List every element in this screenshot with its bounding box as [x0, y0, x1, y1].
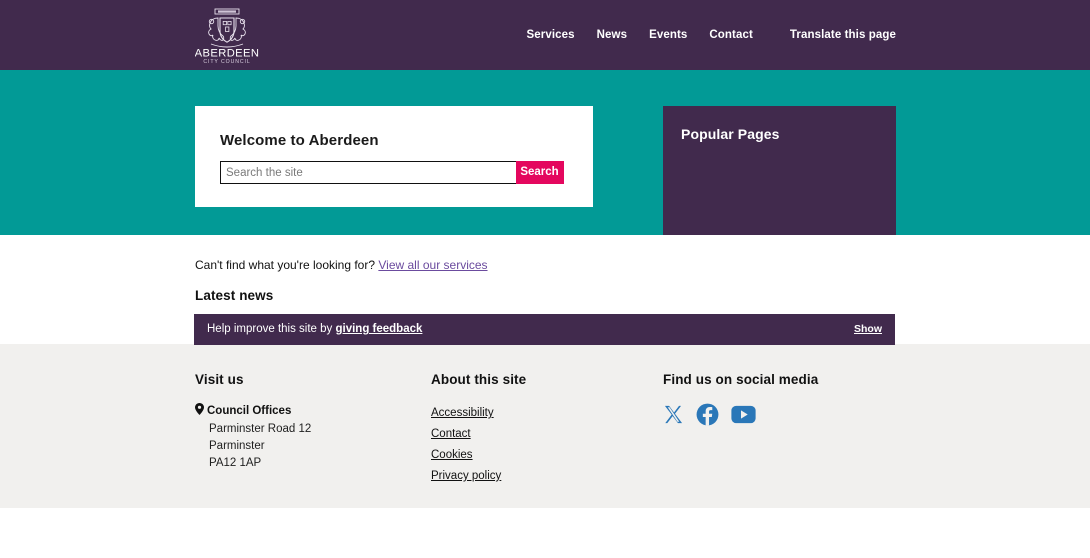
social-media-heading: Find us on social media — [663, 372, 819, 387]
feedback-show-button[interactable]: Show — [854, 323, 882, 335]
nav-item-translate-this-page[interactable]: Translate this page — [764, 29, 896, 41]
council-address: Council Offices Parminster Road 12 Parmi… — [195, 403, 425, 472]
footer-link-privacy-policy[interactable]: Privacy policy — [431, 470, 501, 482]
popular-pages-heading: Popular Pages — [681, 126, 780, 142]
facebook-icon[interactable] — [696, 403, 719, 426]
about-links-list: Accessibility Contact Cookies Privacy po… — [431, 403, 656, 485]
footer-link-accessibility[interactable]: Accessibility — [431, 407, 494, 419]
logo-title: ABERDEEN — [195, 48, 259, 60]
location-pin-icon — [195, 403, 204, 421]
address-org-name: Council Offices — [207, 405, 292, 417]
header-inner: ABERDEEN CITY COUNCIL Services News Even… — [194, 0, 896, 70]
list-item: Cookies — [431, 445, 656, 464]
footer-column-visit-us: Visit us Council Offices Parminster Road… — [195, 372, 425, 472]
site-header: ABERDEEN CITY COUNCIL Services News Even… — [0, 0, 1090, 70]
view-all-services-link[interactable]: View all our services — [378, 258, 487, 272]
footer-inner: Visit us Council Offices Parminster Road… — [194, 344, 896, 508]
hero-banner: Welcome to Aberdeen Search Popular Pages — [0, 70, 1090, 235]
primary-nav: Services News Events Contact Translate t… — [516, 29, 896, 41]
feedback-banner: Help improve this site by giving feedbac… — [194, 314, 895, 345]
x-twitter-icon[interactable] — [663, 404, 684, 425]
address-line-2: Parminster — [209, 440, 265, 452]
address-line-1: Parminster Road 12 — [209, 423, 312, 435]
footer-link-contact[interactable]: Contact — [431, 428, 471, 440]
address-org-line: Council Offices — [195, 403, 425, 421]
council-homepage: ABERDEEN CITY COUNCIL Services News Even… — [0, 0, 1090, 558]
nav-item-services[interactable]: Services — [516, 29, 586, 41]
visit-us-heading: Visit us — [195, 372, 244, 387]
hero-inner: Welcome to Aberdeen Search Popular Pages — [194, 70, 896, 235]
latest-news-heading: Latest news — [195, 288, 274, 303]
about-this-site-heading: About this site — [431, 372, 527, 387]
giving-feedback-link[interactable]: giving feedback — [335, 323, 422, 335]
feedback-message: Help improve this site by giving feedbac… — [207, 323, 422, 335]
social-icon-list — [663, 403, 896, 426]
cant-find-row: Can't find what you're looking for? View… — [195, 258, 488, 272]
search-row: Search — [220, 161, 564, 184]
aberdeen-city-council-crest-logo[interactable]: ABERDEEN CITY COUNCIL — [195, 6, 259, 65]
cant-find-text: Can't find what you're looking for? — [195, 258, 376, 272]
search-input[interactable] — [220, 161, 516, 184]
youtube-icon[interactable] — [731, 405, 756, 424]
list-item: Accessibility — [431, 403, 656, 422]
search-button[interactable]: Search — [516, 161, 564, 184]
list-item: Privacy policy — [431, 466, 656, 485]
nav-item-news[interactable]: News — [586, 29, 638, 41]
welcome-heading: Welcome to Aberdeen — [220, 132, 379, 149]
site-footer: Visit us Council Offices Parminster Road… — [0, 344, 1090, 508]
site-search-card: Welcome to Aberdeen Search — [195, 106, 593, 207]
footer-column-social-media: Find us on social media — [663, 372, 896, 426]
address-postcode: PA12 1AP — [209, 457, 262, 469]
logo-subtitle: CITY COUNCIL — [203, 59, 250, 64]
feedback-text-prefix: Help improve this site by — [207, 323, 333, 335]
popular-pages-panel: Popular Pages — [663, 106, 896, 235]
nav-item-events[interactable]: Events — [638, 29, 698, 41]
footer-column-about-this-site: About this site Accessibility Contact Co… — [431, 372, 656, 487]
nav-item-contact[interactable]: Contact — [698, 29, 764, 41]
footer-link-cookies[interactable]: Cookies — [431, 449, 473, 461]
list-item: Contact — [431, 424, 656, 443]
